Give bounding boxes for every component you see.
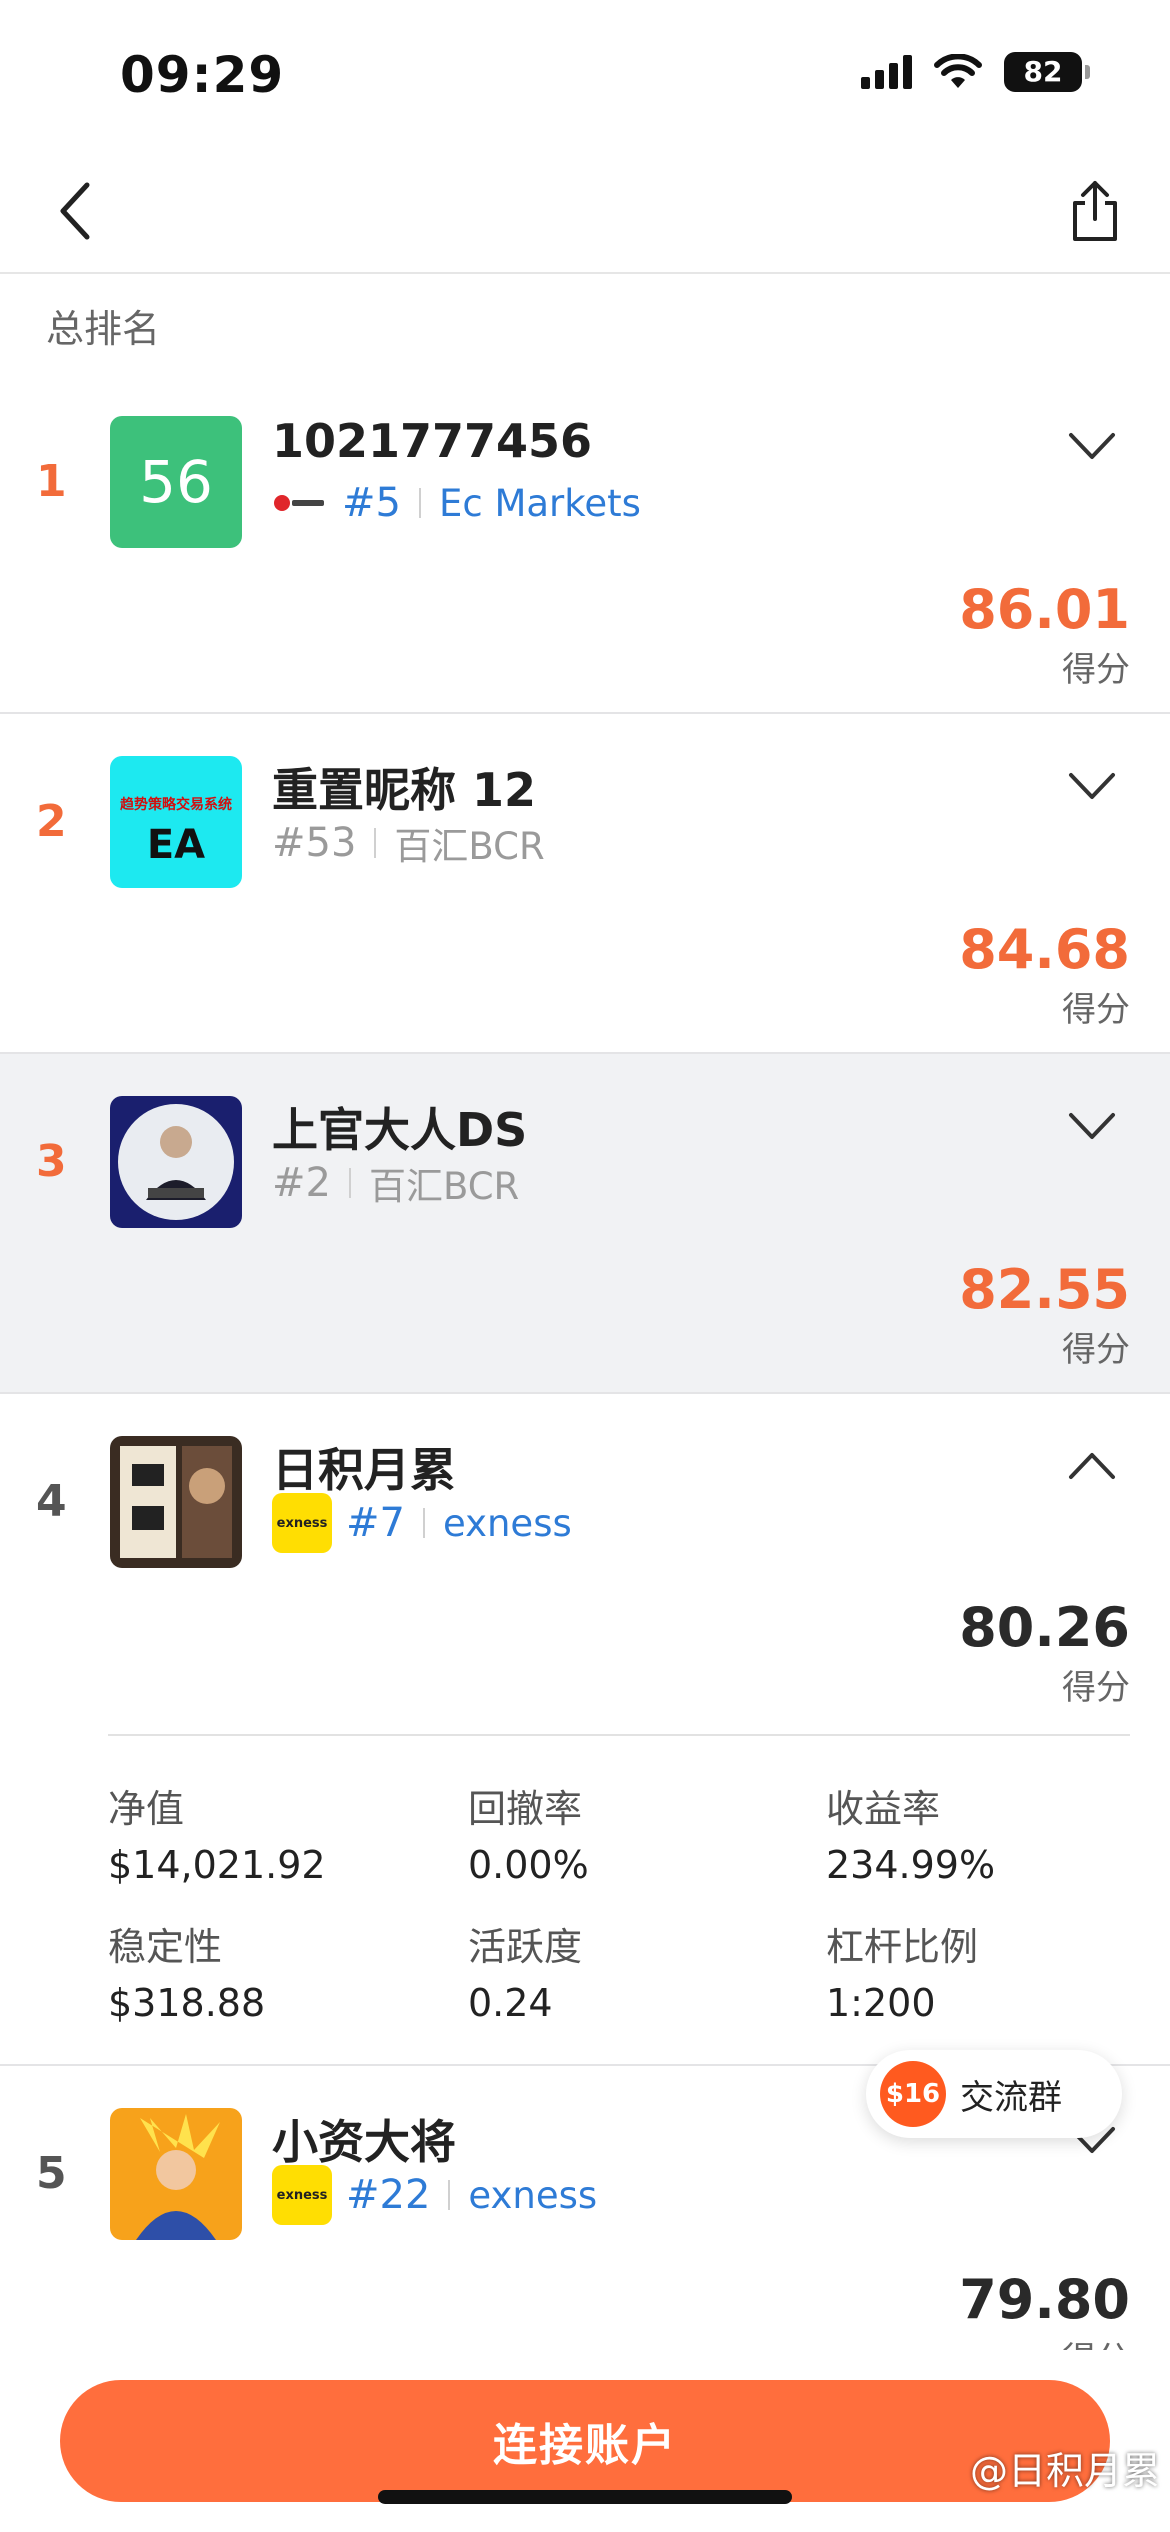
broker-link[interactable]: exness [468,2174,597,2217]
chat-group-label: 交流群 [960,2077,1062,2118]
score-label: 得分 [1062,1330,1130,1370]
expand-button[interactable] [1060,1106,1124,1146]
stat-net-value: 净值 $14,021.92 [108,1787,326,1887]
trader-meta: #53 百汇BCR [272,818,545,868]
score-label: 得分 [1062,990,1130,1030]
avatar-text: EA [146,822,206,868]
home-indicator [378,2490,792,2504]
battery-level: 82 [1004,52,1082,92]
broker-link[interactable]: 百汇BCR [394,816,544,870]
broker-rank: #2 [272,1160,331,1206]
stat-leverage: 杠杆比例 1:200 [826,1925,979,2025]
share-button[interactable] [1060,174,1130,248]
avatar-banner: 趋势策略交易系统 [120,797,232,813]
stat-drawdown: 回撤率 0.00% [468,1787,589,1887]
chevron-down-icon [1069,1113,1115,1139]
trader-meta: #5 Ec Markets [272,478,641,528]
score-value: 86.01 [959,578,1130,641]
score-label: 得分 [1062,1668,1130,1708]
expand-button[interactable] [1060,426,1124,466]
avatar: 趋势策略交易系统 EA [110,756,242,888]
calligraphy-image [120,1446,232,1558]
status-time: 09:29 [120,46,285,104]
trader-meta: exness #22 exness [272,2165,597,2225]
rank-number: 5 [36,2148,67,2199]
ranking-row[interactable]: 3 上官大人DS #2 百汇BCR 82.55 得分 [0,1054,1170,1394]
broker-rank: #7 [346,1500,405,1546]
chat-group-icon: $16 [880,2061,946,2127]
chevron-left-icon [60,182,90,240]
chevron-up-icon [1069,1453,1115,1479]
collapse-button[interactable] [1060,1446,1124,1486]
score-value: 79.80 [959,2268,1130,2331]
nav-bar [0,150,1170,274]
trader-name: 重置昵称 12 [272,763,537,817]
broker-rank: #53 [272,820,357,866]
stat-stability: 稳定性 $318.88 [108,1925,266,2025]
connect-account-button[interactable]: 连接账户 [60,2380,1110,2502]
score-label: 得分 [1062,650,1130,690]
share-icon [1073,181,1117,241]
section-title: 总排名 [46,307,161,351]
chevron-down-icon [1069,773,1115,799]
wifi-icon [934,54,982,88]
trader-name: 上官大人DS [272,1103,528,1157]
trader-name: 小资大将 [272,2115,456,2169]
rank-number: 1 [36,456,67,507]
broker-link[interactable]: Ec Markets [439,482,641,525]
ranking-row[interactable]: 2 趋势策略交易系统 EA 重置昵称 12 #53 百汇BCR 84.68 得分 [0,714,1170,1054]
chevron-down-icon [1069,433,1115,459]
rank-number: 3 [36,1136,67,1187]
expand-button[interactable] [1060,766,1124,806]
rank-number: 2 [36,796,67,847]
exness-logo-icon: exness [272,2165,332,2225]
avatar [110,1436,242,1568]
ec-markets-logo-icon [272,490,326,516]
exness-logo-icon: exness [272,1493,332,1553]
trader-meta: #2 百汇BCR [272,1158,519,1208]
trader-name: 1021777456 [272,414,593,468]
ranking-row-expanded[interactable]: 4 日积月累 exness #7 exness 80.26 得分 净值 $14,… [0,1394,1170,2066]
stat-activity: 活跃度 0.24 [468,1925,583,2025]
score-value: 82.55 [959,1258,1130,1321]
broker-link[interactable]: exness [443,1502,572,1545]
avatar [110,1096,242,1228]
portrait-image [118,1104,234,1220]
watermark: @日积月累 [969,2449,1160,2493]
broker-link[interactable]: 百汇BCR [369,1156,519,1210]
score-value: 84.68 [959,918,1130,981]
detail-divider [108,1734,1130,1736]
status-icons: 82 [861,52,1090,92]
ranking-row[interactable]: 1 56 1021777456 #5 Ec Markets 86.01 得分 [0,374,1170,714]
rank-number: 4 [36,1476,67,1527]
back-button[interactable] [40,176,110,246]
avatar [110,2108,242,2240]
status-bar: 09:29 82 [0,0,1170,150]
trader-name: 日积月累 [272,1443,456,1497]
score-value: 80.26 [959,1596,1130,1659]
broker-rank: #5 [342,480,401,526]
avatar-text: 56 [139,448,213,516]
anime-character-image [136,2114,220,2240]
broker-rank: #22 [346,2172,431,2218]
avatar: 56 [110,416,242,548]
stat-return: 收益率 234.99% [826,1787,996,1887]
chat-group-button[interactable]: $16 交流群 [866,2050,1122,2138]
battery-icon: 82 [1004,52,1090,92]
trader-meta: exness #7 exness [272,1493,572,1553]
cellular-signal-icon [861,55,912,89]
